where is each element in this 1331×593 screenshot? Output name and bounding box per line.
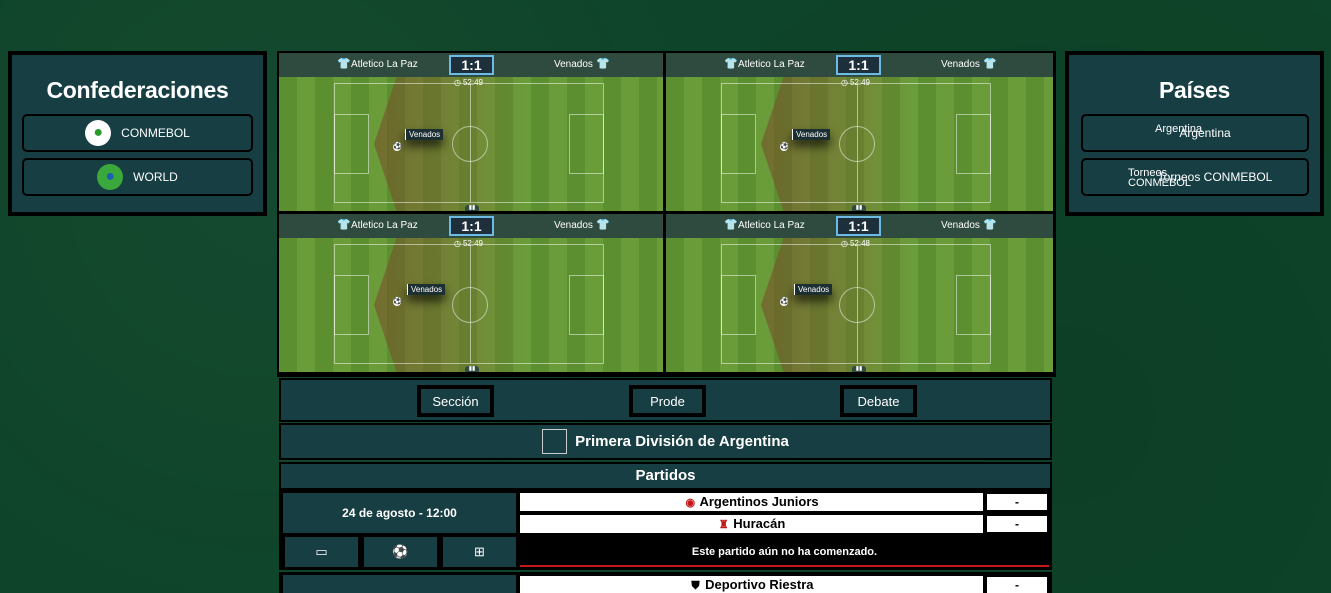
- home-team: 👕 Atletico La Paz: [337, 219, 418, 232]
- match-clock: ◷ 52:49: [454, 78, 484, 87]
- clock-icon: ◷: [841, 239, 848, 248]
- confederaciones-panel: Confederaciones ● CONMEBOL ● WORLD: [8, 51, 267, 216]
- ball-button[interactable]: ⚽: [364, 537, 437, 567]
- yellow-shirt-icon: 👕: [595, 58, 610, 70]
- league-header: Primera División de Argentina: [279, 423, 1052, 460]
- clock-icon: ◷: [841, 78, 848, 87]
- live-score: 1:1: [449, 216, 494, 236]
- away-team: Venados 👕: [941, 58, 997, 71]
- live-score: 1:1: [836, 216, 881, 236]
- pitch: ⚽ Venados: [279, 238, 663, 372]
- fixture-row: 24 de agosto - 12:00 ◉ Argentinos Junior…: [279, 490, 1052, 570]
- yellow-shirt-icon: 👕: [982, 58, 997, 70]
- fixture-date: [283, 575, 516, 593]
- tv-icon: ▭: [315, 544, 328, 559]
- stats-icon[interactable]: ▮▮: [465, 366, 479, 372]
- clock-icon: ◷: [454, 78, 461, 87]
- paises-panel: Países Argentina Argentina Torneos CONME…: [1065, 51, 1324, 216]
- south-america-globe-icon: ●: [85, 120, 112, 146]
- yellow-shirt-icon: 👕: [595, 219, 610, 231]
- argentina-button[interactable]: Argentina Argentina: [1081, 114, 1309, 152]
- seccion-tab[interactable]: Sección: [417, 385, 494, 417]
- black-shirt-icon: 👕: [337, 219, 351, 231]
- argentinos-crest-icon: ◉: [685, 497, 696, 509]
- possession-label: Venados: [407, 284, 446, 295]
- match-clock: ◷ 52:49: [841, 78, 871, 87]
- fixture-home-team[interactable]: ⛊ Deportivo Riestra: [520, 576, 983, 593]
- home-team: 👕 Atletico La Paz: [337, 58, 418, 71]
- plus-icon: ⊞: [474, 544, 485, 559]
- fixture-away-score: -: [987, 516, 1047, 532]
- fixture-date: 24 de agosto - 12:00: [283, 493, 516, 533]
- pitch: ⚽ Venados: [666, 238, 1053, 372]
- fixture-home-score: -: [987, 494, 1047, 510]
- prode-tab[interactable]: Prode: [629, 385, 706, 417]
- live-match-card[interactable]: ⚽ Venados 👕 Atletico La Paz 1:1 Venados 👕 …: [279, 214, 663, 372]
- argentina-overlay-label: Argentina: [1155, 123, 1203, 135]
- debate-tab[interactable]: Debate: [840, 385, 917, 417]
- conmebol-label: CONMEBOL: [121, 126, 190, 140]
- live-matches-grid: ⚽ Venados 👕 Atletico La Paz 1:1 Venados 👕 …: [277, 51, 1056, 377]
- black-shirt-icon: 👕: [337, 58, 351, 70]
- riestra-crest-icon: ⛊: [691, 580, 700, 592]
- league-name: Primera División de Argentina: [575, 433, 789, 450]
- fixture-home-team[interactable]: ◉ Argentinos Juniors: [520, 493, 983, 511]
- match-clock: ◷ 52:49: [454, 239, 484, 248]
- stats-icon[interactable]: ▮▮: [852, 205, 866, 211]
- pitch: ⚽ Venados: [666, 77, 1053, 211]
- live-score: 1:1: [836, 55, 881, 75]
- stats-icon[interactable]: ▮▮: [852, 366, 866, 372]
- possession-label: Venados: [794, 284, 833, 295]
- torneos-conmebol-button[interactable]: Torneos CONMEBOL Torneos CONMEBOL: [1081, 158, 1309, 196]
- ball-icon: ⚽: [393, 298, 402, 306]
- stats-icon[interactable]: ▮▮: [465, 205, 479, 211]
- home-team: 👕 Atletico La Paz: [724, 58, 805, 71]
- section-tabs-bar: Sección Prode Debate: [279, 378, 1052, 422]
- live-match-card[interactable]: ⚽ Venados 👕 Atletico La Paz 1:1 Venados 👕 …: [666, 53, 1053, 211]
- tv-button[interactable]: ▭: [285, 537, 358, 567]
- yellow-shirt-icon: 👕: [982, 219, 997, 231]
- paises-title: Países: [1158, 77, 1231, 103]
- clock-icon: ◷: [454, 239, 461, 248]
- live-score: 1:1: [449, 55, 494, 75]
- torneos-conmebol-overlay-label: Torneos CONMEBOL: [1128, 167, 1191, 189]
- black-shirt-icon: 👕: [724, 219, 738, 231]
- possession-label: Venados: [405, 129, 444, 140]
- home-team: 👕 Atletico La Paz: [724, 219, 805, 232]
- ball-icon: ⚽: [780, 298, 789, 306]
- pitch: ⚽ Venados: [279, 77, 663, 211]
- huracan-crest-icon: ♜: [718, 519, 729, 531]
- away-team: Venados 👕: [554, 58, 610, 71]
- partidos-title: Partidos: [279, 462, 1052, 490]
- fixture-away-team[interactable]: ♜ Huracán: [520, 515, 983, 533]
- live-match-card[interactable]: ⚽ Venados 👕 Atletico La Paz 1:1 Venados 👕 …: [666, 214, 1053, 372]
- away-team: Venados 👕: [941, 219, 997, 232]
- world-button[interactable]: ● WORLD: [22, 158, 253, 196]
- away-team: Venados 👕: [554, 219, 610, 232]
- league-logo: [542, 429, 568, 454]
- world-label: WORLD: [133, 170, 178, 184]
- match-clock: ◷ 52:48: [841, 239, 871, 248]
- world-globe-icon: ●: [97, 164, 124, 190]
- ball-icon: ⚽: [393, 143, 402, 151]
- live-match-card[interactable]: ⚽ Venados 👕 Atletico La Paz 1:1 Venados 👕 …: [279, 53, 663, 211]
- fixture-row: ⛊ Deportivo Riestra -: [279, 572, 1052, 593]
- soccer-ball-icon: ⚽: [392, 544, 409, 559]
- black-shirt-icon: 👕: [724, 58, 738, 70]
- confederaciones-title: Confederaciones: [46, 77, 229, 103]
- fixture-status: Este partido aún no ha comenzado.: [520, 537, 1049, 567]
- possession-label: Venados: [792, 129, 831, 140]
- add-button[interactable]: ⊞: [443, 537, 516, 567]
- conmebol-button[interactable]: ● CONMEBOL: [22, 114, 253, 152]
- ball-icon: ⚽: [780, 143, 789, 151]
- fixture-home-score: -: [987, 577, 1047, 593]
